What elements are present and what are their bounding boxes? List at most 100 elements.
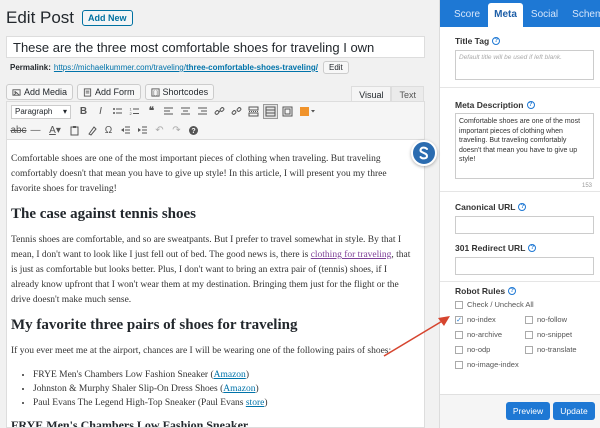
svg-text:?: ? bbox=[191, 128, 195, 135]
add-media-label: Add Media bbox=[24, 87, 68, 97]
intro-paragraph: Comfortable shoes are one of the most im… bbox=[11, 154, 387, 194]
align-center-icon[interactable] bbox=[178, 104, 193, 119]
clear-formatting-icon[interactable] bbox=[84, 123, 99, 138]
link-icon[interactable] bbox=[212, 104, 227, 119]
svg-text:[ ]: [ ] bbox=[153, 90, 158, 96]
tab-social[interactable]: Social bbox=[525, 3, 564, 27]
shortcode-icon: [ ] bbox=[150, 87, 160, 96]
clothing-for-traveling-link[interactable]: clothing for traveling bbox=[311, 250, 392, 260]
add-media-button[interactable]: Add Media bbox=[6, 84, 74, 100]
post-title-input[interactable] bbox=[6, 36, 425, 58]
divider bbox=[440, 87, 600, 88]
fullscreen-icon[interactable] bbox=[280, 104, 295, 119]
robot-option-no-image-index[interactable]: no-image-index bbox=[455, 360, 595, 369]
help-icon[interactable]: ? bbox=[518, 203, 527, 211]
toolbar-toggle-icon[interactable] bbox=[263, 104, 278, 119]
horizontal-line-icon[interactable]: — bbox=[28, 123, 43, 138]
bold-icon[interactable]: B bbox=[76, 104, 91, 119]
tab-score[interactable]: Score bbox=[448, 3, 486, 27]
robots-row: no-archive no-snippet bbox=[455, 327, 595, 342]
permalink-slug-link[interactable]: three-comfortable-shoes-traveling/ bbox=[186, 63, 318, 72]
permalink-base-link[interactable]: https://michaelkummer.com/traveling/ bbox=[54, 63, 186, 72]
paste-text-icon[interactable] bbox=[67, 123, 82, 138]
checkbox[interactable] bbox=[455, 360, 463, 369]
update-button[interactable]: Update bbox=[553, 402, 595, 420]
undo-icon[interactable]: ↶ bbox=[152, 123, 167, 138]
tennis-paragraph: Tennis shoes are comfortable, and so are… bbox=[11, 233, 416, 308]
meta-description-label-row: Meta Description? bbox=[455, 100, 535, 110]
robot-option-no-archive[interactable]: no-archive bbox=[455, 330, 525, 339]
redo-icon[interactable]: ↷ bbox=[169, 123, 184, 138]
tab-schema[interactable]: Schema bbox=[566, 3, 600, 27]
robots-row: ✓ no-index no-follow bbox=[455, 312, 595, 327]
checkbox[interactable] bbox=[525, 315, 533, 324]
seo-plugin-toggle-icon[interactable] bbox=[411, 140, 437, 166]
meta-description-textarea[interactable]: Comfortable shoes are one of the most im… bbox=[455, 113, 594, 179]
numbered-list-icon[interactable]: 12 bbox=[127, 104, 142, 119]
outdent-icon[interactable] bbox=[118, 123, 133, 138]
meta-tab-content: Title Tag? Default title will be used if… bbox=[440, 27, 600, 428]
amazon-link[interactable]: Amazon bbox=[223, 384, 255, 394]
align-left-icon[interactable] bbox=[161, 104, 176, 119]
checkbox[interactable] bbox=[455, 345, 463, 354]
formatting-toolbar: Paragraph ▾ B I 12 ❝ abc — A ▾ Ω ↶ ↷ ? bbox=[6, 101, 425, 140]
help-icon[interactable]: ? bbox=[526, 101, 535, 109]
plugin-dropdown-icon[interactable] bbox=[297, 104, 319, 119]
help-icon[interactable]: ? bbox=[528, 244, 537, 252]
help-icon[interactable]: ? bbox=[186, 123, 201, 138]
tab-meta[interactable]: Meta bbox=[488, 3, 523, 27]
bullet-list-icon[interactable] bbox=[110, 104, 125, 119]
strikethrough-icon[interactable]: abc bbox=[10, 123, 26, 138]
help-icon[interactable]: ? bbox=[508, 287, 517, 295]
align-right-icon[interactable] bbox=[195, 104, 210, 119]
seo-panel-footer: Preview Update bbox=[440, 394, 600, 428]
seo-panel-tabs: Score Meta Social Schema bbox=[440, 0, 600, 27]
checkbox-checked[interactable]: ✓ bbox=[455, 315, 463, 324]
post-editor: Edit Post Add New Permalink: https://mic… bbox=[0, 0, 430, 428]
robot-option-no-index[interactable]: ✓ no-index bbox=[455, 315, 525, 324]
page-heading: Edit Post Add New bbox=[6, 8, 133, 28]
add-form-button[interactable]: Add Form bbox=[77, 84, 141, 100]
divider bbox=[440, 281, 600, 282]
permalink-bar: Permalink: https://michaelkummer.com/tra… bbox=[10, 61, 349, 74]
list-item: Paul Evans The Legend High-Top Sneaker (… bbox=[33, 396, 416, 410]
checkbox[interactable] bbox=[455, 300, 463, 309]
indent-icon[interactable] bbox=[135, 123, 150, 138]
checkbox[interactable] bbox=[525, 345, 533, 354]
robot-option-no-follow[interactable]: no-follow bbox=[525, 315, 595, 324]
form-icon bbox=[83, 87, 92, 97]
toolbar-row-1: Paragraph ▾ B I 12 ❝ bbox=[7, 102, 424, 121]
shoe-list: FRYE Men's Chambers Low Fashion Sneaker … bbox=[33, 368, 416, 410]
robot-option-no-translate[interactable]: no-translate bbox=[525, 345, 595, 354]
blockquote-icon[interactable]: ❝ bbox=[144, 104, 159, 119]
robots-row: no-odp no-translate bbox=[455, 342, 595, 357]
store-link[interactable]: store bbox=[246, 398, 264, 408]
title-tag-input[interactable]: Default title will be used if left blank… bbox=[455, 50, 594, 80]
post-content[interactable]: Comfortable shoes are one of the most im… bbox=[6, 140, 425, 428]
permalink-label: Permalink: bbox=[10, 63, 51, 72]
text-color-icon[interactable]: A ▾ bbox=[45, 123, 65, 138]
checkbox[interactable] bbox=[455, 330, 463, 339]
shortcodes-label: Shortcodes bbox=[162, 87, 209, 97]
shortcodes-button[interactable]: [ ] Shortcodes bbox=[144, 84, 215, 100]
seo-panel: Score Meta Social Schema Title Tag? Defa… bbox=[439, 0, 600, 428]
permalink-edit-button[interactable]: Edit bbox=[322, 61, 349, 74]
check-uncheck-all[interactable]: Check / Uncheck All bbox=[455, 297, 595, 312]
canonical-url-input[interactable] bbox=[455, 216, 594, 234]
format-select[interactable]: Paragraph ▾ bbox=[11, 104, 71, 119]
svg-text:2: 2 bbox=[130, 111, 133, 116]
amazon-link[interactable]: Amazon bbox=[214, 370, 246, 380]
preview-button[interactable]: Preview bbox=[506, 402, 550, 420]
read-more-icon[interactable] bbox=[246, 104, 261, 119]
help-icon[interactable]: ? bbox=[492, 37, 501, 45]
robot-option-no-snippet[interactable]: no-snippet bbox=[525, 330, 595, 339]
add-form-label: Add Form bbox=[95, 87, 135, 97]
unlink-icon[interactable] bbox=[229, 104, 244, 119]
checkbox[interactable] bbox=[525, 330, 533, 339]
toolbar-row-2: abc — A ▾ Ω ↶ ↷ ? bbox=[7, 121, 424, 140]
robot-option-no-odp[interactable]: no-odp bbox=[455, 345, 525, 354]
special-character-icon[interactable]: Ω bbox=[101, 123, 116, 138]
redirect-url-input[interactable] bbox=[455, 257, 594, 275]
italic-icon[interactable]: I bbox=[93, 104, 108, 119]
add-new-button[interactable]: Add New bbox=[82, 10, 133, 26]
